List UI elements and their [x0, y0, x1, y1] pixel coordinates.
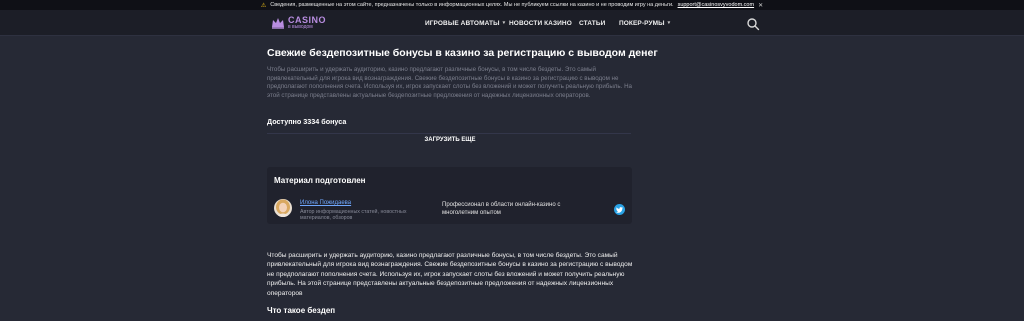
twitter-icon	[616, 206, 623, 213]
disclaimer-text: Сведения, размещенные на этом сайте, пре…	[270, 2, 674, 8]
author-description: Автор информационных статей, новостных м…	[300, 209, 407, 222]
author-profession: Профессионал в области онлайн-казино с м…	[442, 202, 561, 216]
nav-articles[interactable]: СТАТЬИ	[579, 10, 605, 36]
warning-icon: ⚠	[260, 2, 267, 9]
intro-paragraph: Чтобы расширить и удержать аудиторию, ка…	[267, 66, 632, 99]
disclaimer-bar: ⚠ Сведения, размещенные на этом сайте, п…	[0, 0, 1024, 10]
chevron-down-icon: ▾	[502, 20, 506, 26]
author-card-title: Материал подготовлен	[274, 176, 366, 185]
nav-slots[interactable]: ИГРОВЫЕ АВТОМАТЫ ▾	[425, 10, 505, 36]
main-content: Свежие бездепозитные бонусы в казино за …	[267, 36, 658, 321]
crown-logo-icon	[272, 18, 284, 29]
article-paragraph: Чтобы расширить и удержать аудиторию, ка…	[267, 252, 633, 297]
support-email-link[interactable]: support@casinosvyvodom.com	[678, 2, 755, 8]
nav-label: СТАТЬИ	[579, 19, 606, 27]
load-more-button[interactable]: ЗАГРУЗИТЬ ЕЩЕ	[267, 137, 633, 143]
avatar	[274, 199, 292, 217]
site-header: CASINO в выводом ИГРОВЫЕ АВТОМАТЫ ▾ НОВО…	[0, 10, 1024, 36]
nav-casino-news[interactable]: НОВОСТИ КАЗИНО	[509, 10, 572, 36]
nav-label: ПОКЕР-РУМЫ	[619, 19, 665, 27]
nav-label: НОВОСТИ КАЗИНО	[509, 19, 572, 27]
bonus-count: Доступно 3334 бонуса	[267, 117, 347, 126]
close-icon[interactable]: ✕	[758, 2, 763, 9]
chevron-down-icon: ▾	[667, 20, 671, 26]
author-name-link[interactable]: Илона Пожидаева	[300, 200, 351, 206]
twitter-button[interactable]	[614, 204, 625, 215]
divider	[267, 133, 631, 134]
site-logo[interactable]: CASINO в выводом	[271, 16, 326, 30]
page-title: Свежие бездепозитные бонусы в казино за …	[267, 47, 658, 59]
nav-label: ИГРОВЫЕ АВТОМАТЫ	[425, 19, 500, 27]
section-heading: Что такое бездеп	[267, 306, 336, 315]
search-icon[interactable]	[746, 17, 760, 31]
author-card: Материал подготовлен Илона Пожидаева Авт…	[267, 167, 632, 224]
nav-poker-rooms[interactable]: ПОКЕР-РУМЫ ▾	[619, 10, 670, 36]
logo-sub-text: в выводом	[288, 24, 313, 30]
